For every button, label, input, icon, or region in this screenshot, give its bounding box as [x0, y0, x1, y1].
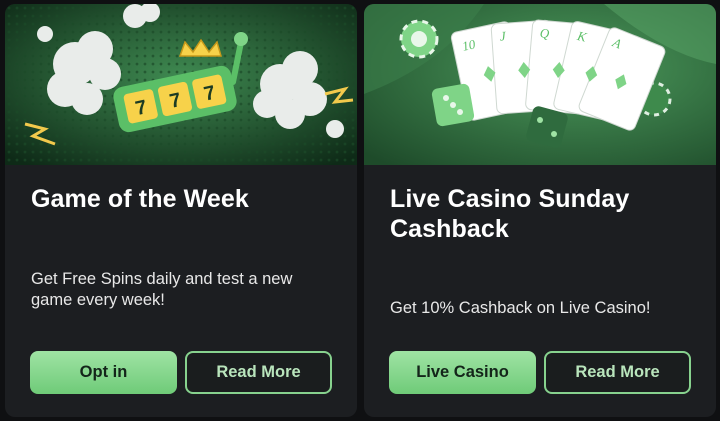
- card-title: Live Casino Sunday Cashback: [390, 185, 630, 243]
- playing-cards-illustration: 10 J Q K A: [364, 4, 716, 165]
- card-description: Get Free Spins daily and test a new game…: [31, 270, 293, 309]
- read-more-button[interactable]: Read More: [185, 351, 332, 394]
- slot-machine-illustration: 7 7 7: [5, 4, 357, 165]
- promo-banner-cards: 10 J Q K A: [364, 4, 716, 165]
- promo-card-game-of-the-week: 7 7 7 Game of the Week Get Free Spins da…: [5, 4, 357, 417]
- promo-banner-slot: 7 7 7: [5, 4, 357, 165]
- live-casino-button[interactable]: Live Casino: [389, 351, 536, 394]
- card-title: Game of the Week: [31, 185, 249, 213]
- opt-in-button[interactable]: Opt in: [30, 351, 177, 394]
- card-description: Get 10% Cashback on Live Casino!: [390, 299, 651, 317]
- promo-card-live-casino-cashback: 10 J Q K A Live Casino Sunday Cashback G…: [364, 4, 716, 417]
- read-more-button[interactable]: Read More: [544, 351, 691, 394]
